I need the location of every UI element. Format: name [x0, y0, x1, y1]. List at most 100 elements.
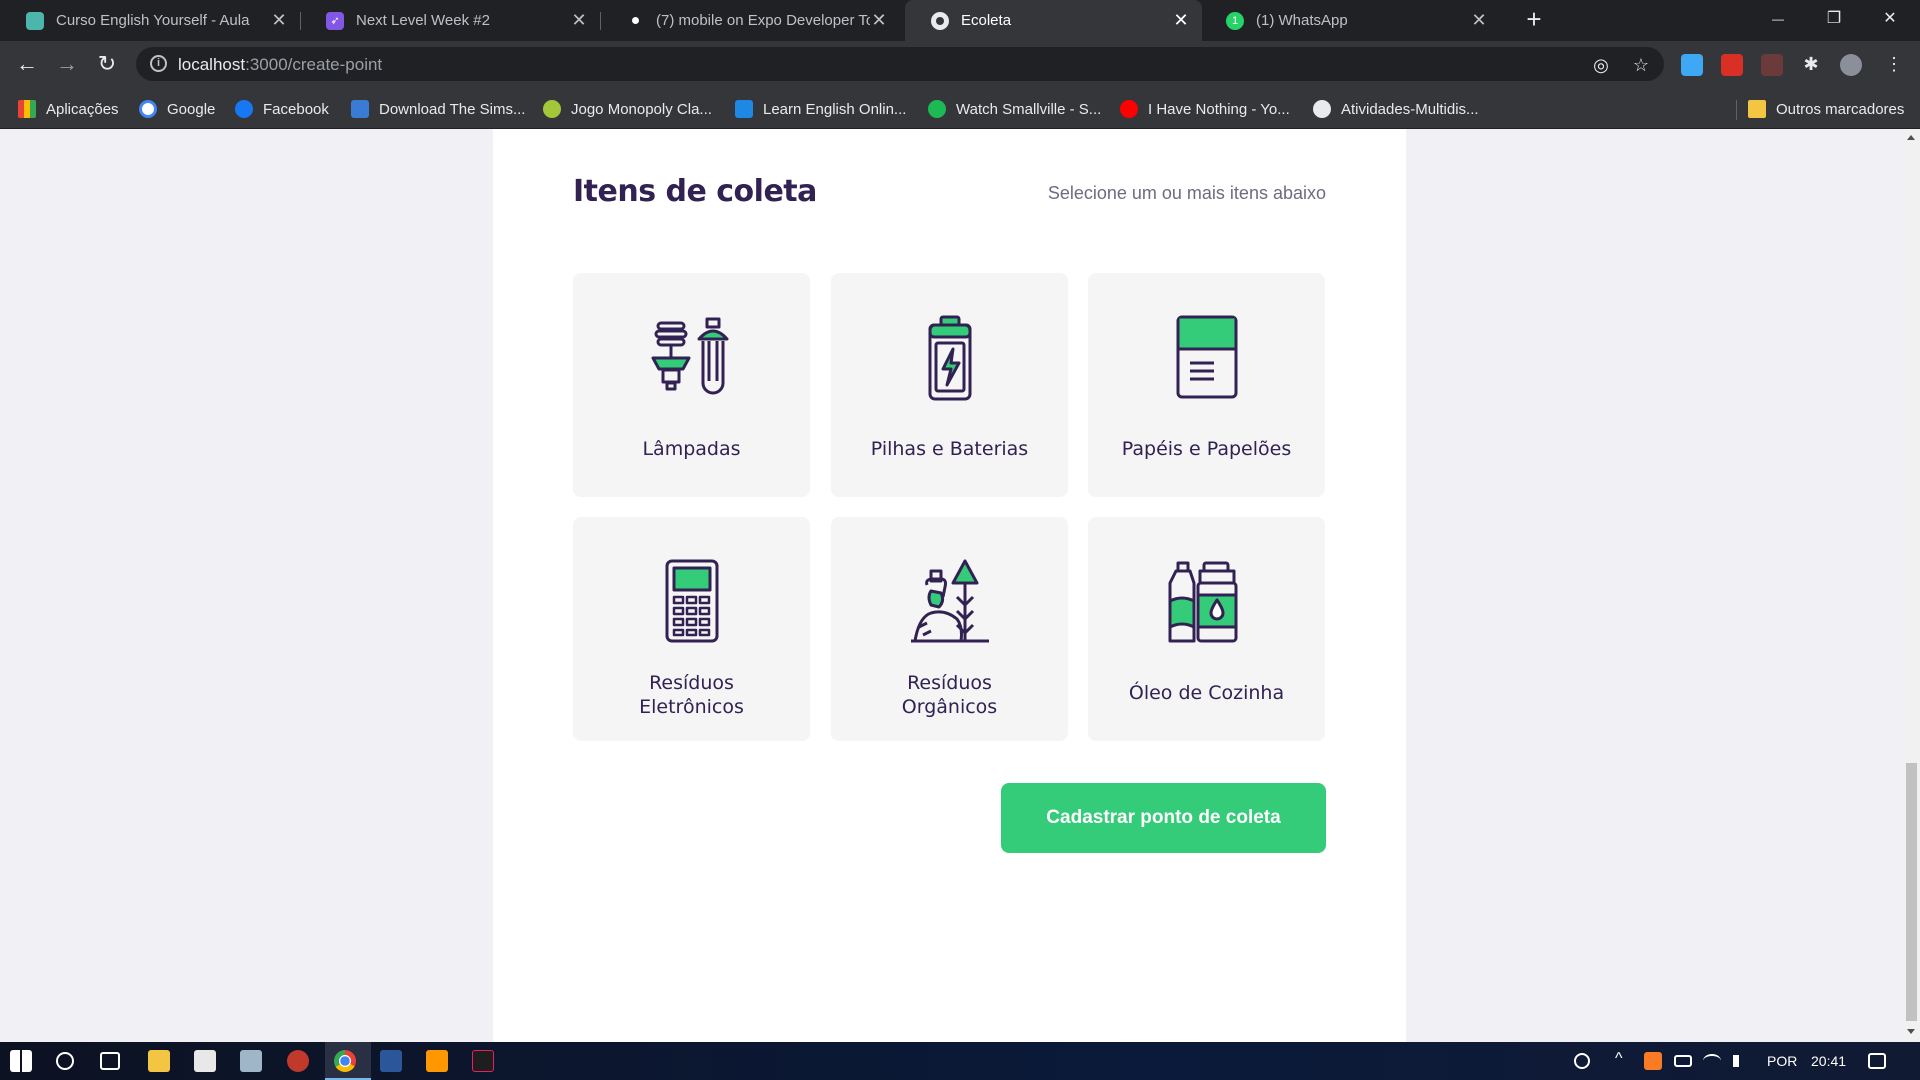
search-icon[interactable]: [56, 1052, 74, 1070]
extension-icon[interactable]: [1761, 54, 1783, 76]
item-pilhas-baterias[interactable]: Pilhas e Baterias: [831, 273, 1068, 497]
close-icon[interactable]: ✕: [570, 10, 588, 31]
folder-icon: [1748, 100, 1766, 118]
bookmark-smallville[interactable]: Watch Smallville - S...: [928, 99, 1101, 119]
restore-button[interactable]: ❐: [1806, 0, 1862, 41]
tab-title: (1) WhatsApp: [1256, 12, 1348, 29]
minimize-button[interactable]: —: [1750, 0, 1806, 41]
tab-curso-english[interactable]: Curso English Yourself - Aula ✕: [0, 0, 300, 41]
bookmark-learn-english[interactable]: Learn English Onlin...: [735, 99, 906, 119]
bookmark-monopoly[interactable]: Jogo Monopoly Cla...: [543, 99, 712, 119]
extension-icon[interactable]: [1681, 54, 1703, 76]
globe-icon: [931, 11, 949, 30]
close-window-button[interactable]: ✕: [1862, 0, 1918, 41]
info-icon[interactable]: i: [150, 55, 167, 72]
facebook-icon: [235, 100, 253, 118]
app-icon[interactable]: [287, 1050, 309, 1072]
tab-next-level-week[interactable]: ➶ Next Level Week #2 ✕: [300, 0, 600, 41]
address-bar[interactable]: i localhost:3000/create-point ◎ ☆: [136, 47, 1664, 81]
tab-expo[interactable]: (7) mobile on Expo Developer Tools ✕: [600, 0, 900, 41]
whatsapp-icon: 1: [1226, 11, 1244, 30]
google-icon: [139, 100, 157, 118]
paper-icon: [1176, 315, 1237, 399]
close-icon[interactable]: ✕: [1172, 10, 1190, 31]
scroll-up-arrow[interactable]: [1907, 135, 1915, 140]
ks-icon: [351, 100, 369, 118]
bookmark-sims[interactable]: Download The Sims...: [351, 99, 525, 119]
cooking-oil-icon: [1168, 561, 1237, 643]
tab-title: Ecoleta: [961, 12, 1012, 29]
windows-taskbar: ^ POR 20:41: [0, 1042, 1920, 1080]
page-scrollbar[interactable]: [1903, 129, 1920, 1042]
tab-ecoleta[interactable]: Ecoleta ✕: [905, 0, 1202, 41]
close-icon[interactable]: ✕: [1470, 10, 1488, 31]
show-hidden-icons-icon[interactable]: ^: [1615, 1050, 1623, 1068]
language-indicator[interactable]: POR: [1767, 1053, 1797, 1069]
windows-start-icon[interactable]: [10, 1050, 32, 1072]
item-label: Pilhas e Baterias: [870, 438, 1029, 460]
task-view-icon[interactable]: [100, 1052, 120, 1070]
tab-title: Next Level Week #2: [356, 12, 490, 29]
bookmark-atividades[interactable]: Atividades-Multidis...: [1313, 99, 1479, 119]
extension-icon[interactable]: [1721, 54, 1743, 76]
bookmark-facebook[interactable]: Facebook: [235, 99, 329, 119]
word-icon[interactable]: [380, 1050, 402, 1072]
tab-strip: Curso English Yourself - Aula ✕ ➶ Next L…: [0, 0, 1920, 41]
bookmark-star-icon[interactable]: ☆: [1631, 55, 1651, 75]
close-icon[interactable]: ✕: [870, 10, 888, 31]
item-residuos-organicos[interactable]: Resíduos Orgânicos: [831, 517, 1068, 741]
clock[interactable]: 20:41: [1811, 1053, 1846, 1069]
item-lampadas[interactable]: Lâmpadas: [573, 273, 810, 497]
bookmark-other-folder[interactable]: Outros marcadores: [1748, 99, 1904, 119]
tab-whatsapp[interactable]: 1 (1) WhatsApp ✕: [1200, 0, 1500, 41]
file-explorer-icon[interactable]: [148, 1050, 170, 1072]
menu-icon[interactable]: ⋮: [1884, 54, 1904, 74]
scroll-down-arrow[interactable]: [1907, 1029, 1915, 1034]
section-title: Itens de coleta: [573, 174, 817, 209]
avatar[interactable]: [1840, 54, 1862, 76]
bookmark-youtube[interactable]: I Have Nothing - Yo...: [1120, 99, 1290, 119]
organic-icon: [910, 559, 989, 643]
item-label: Resíduos Orgânicos: [901, 672, 998, 718]
location-icon[interactable]: ◎: [1591, 55, 1611, 75]
people-icon[interactable]: [1574, 1053, 1590, 1069]
bookmark-apps[interactable]: Aplicações: [18, 99, 119, 119]
extensions-puzzle-icon[interactable]: ✱: [1801, 54, 1821, 74]
sublime-icon[interactable]: [426, 1050, 448, 1072]
form-card: Itens de coleta Selecione um ou mais ite…: [493, 129, 1406, 1042]
item-label: Óleo de Cozinha: [1128, 682, 1285, 704]
apps-grid-icon: [18, 100, 36, 118]
monopoly-icon: [543, 100, 561, 118]
photos-icon[interactable]: [240, 1050, 262, 1072]
item-residuos-eletronicos[interactable]: Resíduos Eletrônicos: [573, 517, 810, 741]
bookmark-google[interactable]: Google: [139, 99, 215, 119]
url-text[interactable]: localhost:3000/create-point: [178, 55, 382, 75]
section-hint: Selecione um ou mais itens abaixo: [1047, 183, 1326, 203]
wifi-icon[interactable]: [1703, 1054, 1721, 1068]
cloud-icon: [26, 11, 44, 30]
volume-icon[interactable]: [1733, 1055, 1747, 1067]
learn-icon: [735, 100, 753, 118]
item-oleo-cozinha[interactable]: Óleo de Cozinha: [1088, 517, 1325, 741]
youtube-icon: [1120, 100, 1138, 118]
lamps-icon: [651, 317, 728, 395]
item-papeis-papeloes[interactable]: Papéis e Papelões: [1088, 273, 1325, 497]
xampp-icon[interactable]: [1644, 1052, 1662, 1070]
play-icon: [928, 100, 946, 118]
reload-button[interactable]: ↻: [92, 49, 122, 79]
notifications-icon[interactable]: [1868, 1053, 1886, 1069]
battery-status-icon[interactable]: [1674, 1055, 1692, 1067]
battery-icon: [928, 315, 971, 401]
browser-toolbar: ← → ↻ i localhost:3000/create-point ◎ ☆ …: [0, 41, 1920, 88]
terminal-icon[interactable]: [472, 1050, 494, 1072]
submit-button[interactable]: Cadastrar ponto de coleta: [1001, 783, 1326, 853]
chrome-icon[interactable]: [334, 1050, 356, 1072]
store-icon[interactable]: [194, 1050, 216, 1072]
new-tab-button[interactable]: +: [1520, 6, 1548, 34]
tab-title: (7) mobile on Expo Developer Tools: [656, 12, 870, 29]
back-button[interactable]: ←: [12, 49, 42, 79]
forward-button[interactable]: →: [52, 49, 82, 79]
expo-icon: [626, 12, 644, 30]
scrollbar-thumb[interactable]: [1906, 763, 1917, 1021]
close-icon[interactable]: ✕: [270, 10, 288, 31]
